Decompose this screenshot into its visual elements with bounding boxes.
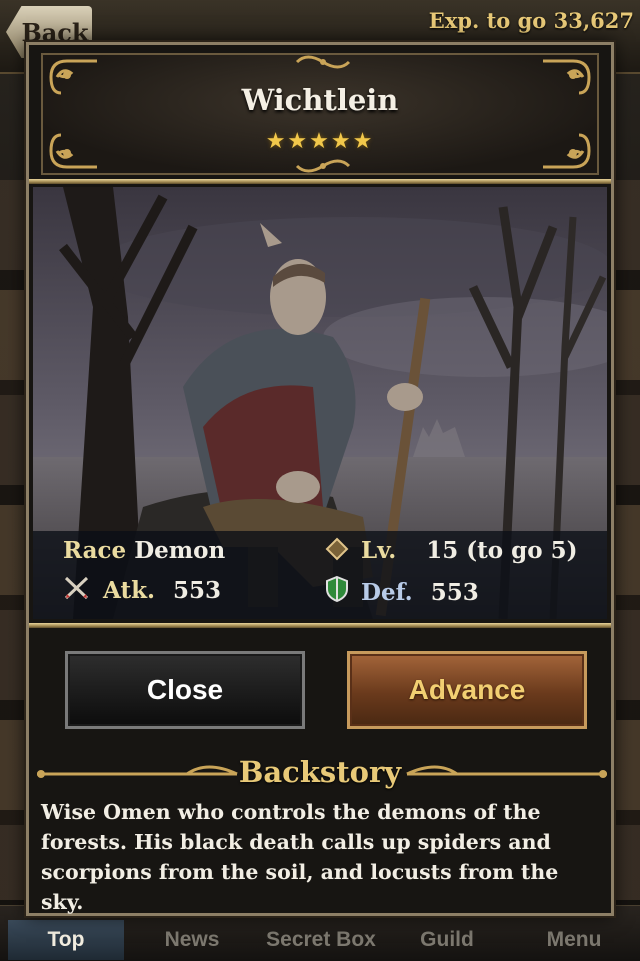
ornament-icon bbox=[293, 51, 353, 73]
level-label: Lv. bbox=[361, 537, 397, 564]
diamond-icon bbox=[325, 537, 349, 567]
rarity-stars: ★★★★★ bbox=[265, 129, 375, 154]
race-stat: Race Demon bbox=[63, 537, 225, 564]
race-label: Race bbox=[63, 537, 127, 564]
backstory-text: Wise Omen who controls the demons of the… bbox=[41, 800, 559, 914]
divider-line bbox=[29, 179, 611, 184]
nav-guild[interactable]: Guild bbox=[392, 920, 502, 960]
atk-stat: Atk. 553 bbox=[63, 575, 221, 607]
level-stat: Lv. 15 (to go 5) bbox=[325, 537, 577, 567]
background-card-list-left bbox=[0, 180, 28, 900]
level-to-go: (to go 5) bbox=[466, 537, 578, 564]
level-value: 15 bbox=[426, 537, 459, 564]
shield-icon bbox=[325, 575, 349, 609]
title-plate: Wichtlein ★★★★★ bbox=[41, 53, 599, 175]
card-detail-modal: Wichtlein ★★★★★ Race Demon Lv. 15 (to go… bbox=[26, 42, 614, 916]
background-card-list-right bbox=[612, 180, 640, 900]
atk-value: 553 bbox=[173, 577, 222, 604]
close-button[interactable]: Close bbox=[65, 651, 305, 729]
advance-button[interactable]: Advance bbox=[347, 651, 587, 729]
backstory-title: Backstory bbox=[238, 755, 402, 789]
nav-secret-box[interactable]: Secret Box bbox=[252, 920, 390, 960]
crossed-swords-icon bbox=[63, 575, 91, 607]
def-value: 553 bbox=[430, 579, 479, 606]
nav-menu[interactable]: Menu bbox=[514, 920, 634, 960]
stats-panel: Race Demon Lv. 15 (to go 5) Atk. 553 Def… bbox=[33, 531, 607, 619]
divider-line bbox=[29, 623, 611, 628]
ornament-icon bbox=[293, 155, 353, 177]
def-stat: Def. 553 bbox=[325, 575, 479, 609]
atk-label: Atk. bbox=[103, 577, 156, 604]
exp-to-go: Exp. to go 33,627 bbox=[428, 8, 634, 33]
race-value: Demon bbox=[134, 537, 226, 564]
nav-top[interactable]: Top bbox=[8, 920, 124, 960]
def-label: Def. bbox=[361, 579, 413, 606]
nav-news[interactable]: News bbox=[134, 920, 250, 960]
card-name: Wichtlein bbox=[241, 83, 399, 117]
